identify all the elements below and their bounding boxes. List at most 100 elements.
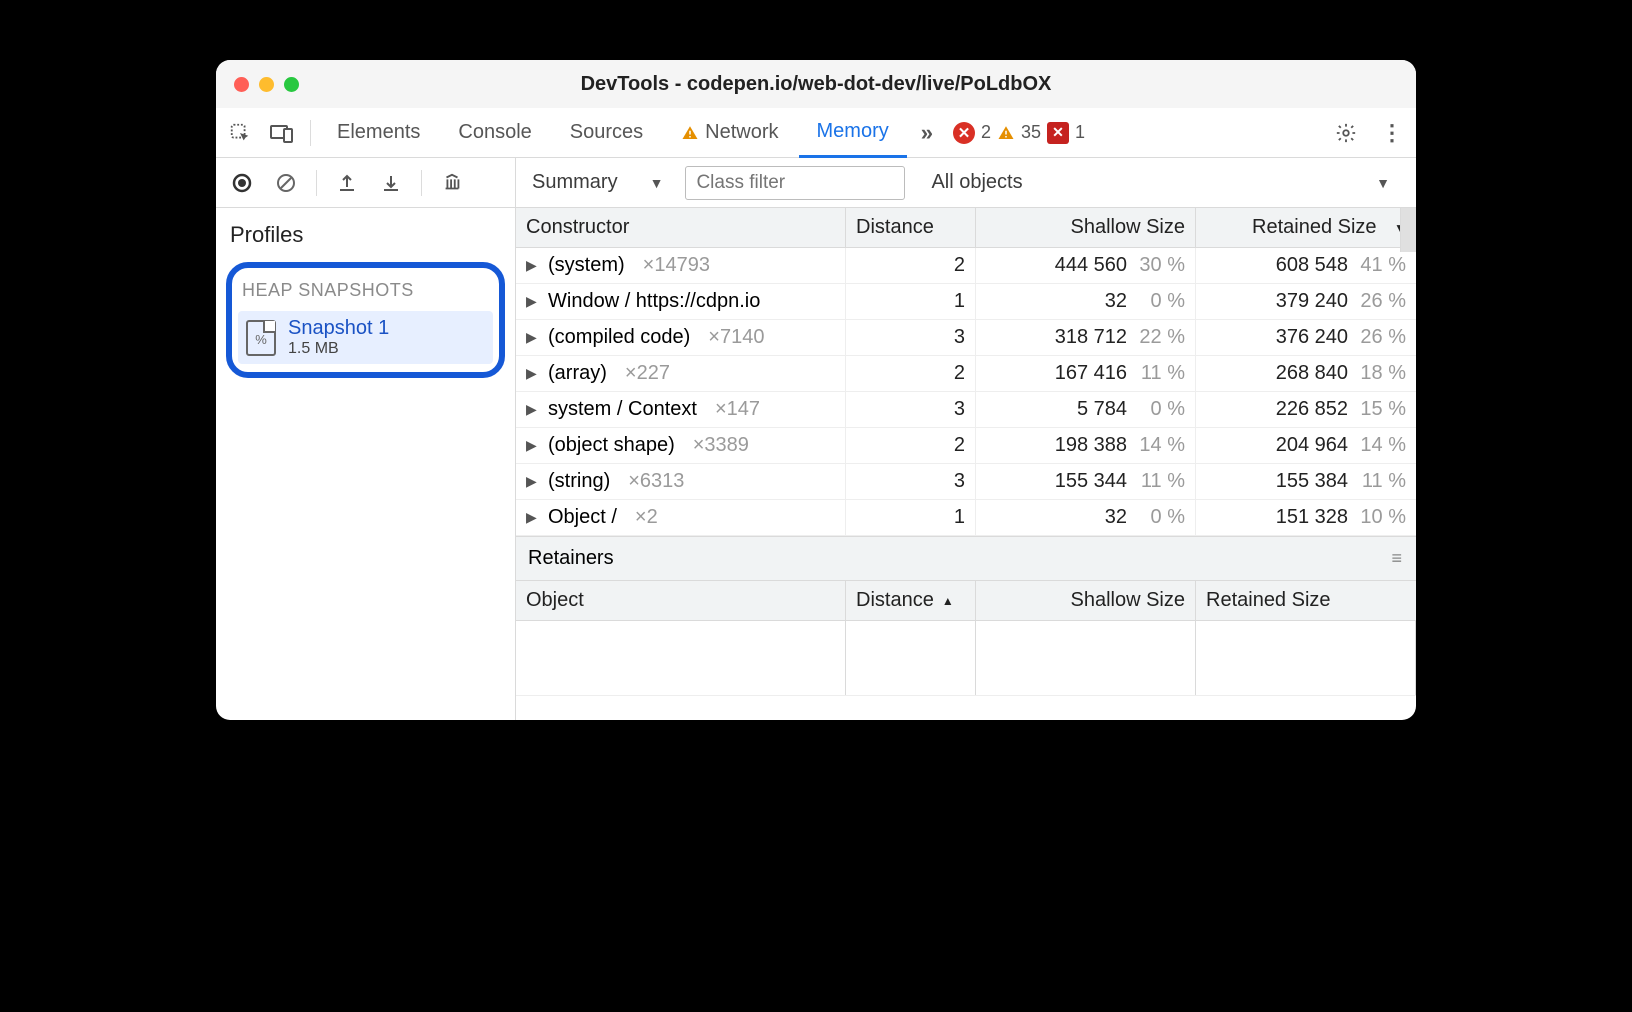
retained-size: 151 328 <box>1276 506 1348 529</box>
tab-memory-label: Memory <box>817 120 889 143</box>
device-toolbar-icon[interactable] <box>262 113 302 153</box>
tabs-overflow-button[interactable]: » <box>909 120 945 146</box>
all-objects-dropdown[interactable]: All objects ▼ <box>925 171 1406 194</box>
expand-arrow-icon[interactable]: ▶ <box>526 293 540 310</box>
retained-size: 608 548 <box>1276 254 1348 277</box>
table-row[interactable]: ▶(object shape)×33892198 38814 %204 9641… <box>516 428 1416 464</box>
window-title: DevTools - codepen.io/web-dot-dev/live/P… <box>216 73 1416 96</box>
table-body: ▶(system)×147932444 56030 %608 54841 %▶W… <box>516 248 1416 536</box>
shallow-pct: 0 % <box>1137 290 1185 313</box>
distance-value: 3 <box>846 392 976 427</box>
error-badge-icon[interactable]: ✕ <box>953 122 975 144</box>
shallow-pct: 0 % <box>1137 506 1185 529</box>
retained-pct: 14 % <box>1358 434 1406 457</box>
load-profile-icon[interactable] <box>327 163 367 203</box>
table-row[interactable]: ▶(string)×63133155 34411 %155 38411 % <box>516 464 1416 500</box>
profile-toolbar <box>216 158 515 208</box>
constructor-name: Object / <box>548 506 617 529</box>
rcol-object[interactable]: Object <box>516 581 846 620</box>
chevron-down-icon: ▼ <box>650 175 664 191</box>
table-row[interactable]: ▶Object /×21320 %151 32810 % <box>516 500 1416 536</box>
instance-count: ×3389 <box>693 434 749 457</box>
instance-count: ×147 <box>715 398 760 421</box>
inspect-element-icon[interactable] <box>220 113 260 153</box>
chevron-down-icon: ▼ <box>1376 175 1390 191</box>
tab-console[interactable]: Console <box>440 108 549 158</box>
tab-elements-label: Elements <box>337 121 420 144</box>
table-row[interactable]: ▶system / Context×14735 7840 %226 85215 … <box>516 392 1416 428</box>
expand-arrow-icon[interactable]: ▶ <box>526 329 540 346</box>
class-filter-input[interactable] <box>685 166 905 200</box>
settings-gear-icon[interactable] <box>1326 113 1366 153</box>
expand-arrow-icon[interactable]: ▶ <box>526 257 540 274</box>
titlebar: DevTools - codepen.io/web-dot-dev/live/P… <box>216 60 1416 108</box>
hamburger-icon[interactable]: ≡ <box>1391 548 1404 569</box>
shallow-size: 444 560 <box>1055 254 1127 277</box>
close-icon[interactable] <box>234 77 249 92</box>
shallow-size: 318 712 <box>1055 326 1127 349</box>
tab-elements[interactable]: Elements <box>319 108 438 158</box>
rcol-retained[interactable]: Retained Size <box>1196 581 1416 620</box>
constructor-name: (compiled code) <box>548 326 690 349</box>
rcol-distance[interactable]: Distance▲ <box>846 581 976 620</box>
retainers-empty-row <box>516 621 1416 696</box>
all-objects-label: All objects <box>931 171 1022 194</box>
retainers-body <box>516 621 1416 711</box>
retainers-header[interactable]: Retainers ≡ <box>516 536 1416 581</box>
shallow-pct: 0 % <box>1137 398 1185 421</box>
expand-arrow-icon[interactable]: ▶ <box>526 401 540 418</box>
retainers-title: Retainers <box>528 547 614 570</box>
col-constructor[interactable]: Constructor <box>516 208 846 247</box>
profiles-heading: Profiles <box>216 208 515 256</box>
col-shallow[interactable]: Shallow Size <box>976 208 1196 247</box>
scrollbar[interactable] <box>1400 208 1416 252</box>
minimize-icon[interactable] <box>259 77 274 92</box>
col-retained[interactable]: Retained Size ▼ <box>1196 208 1416 247</box>
snapshot-name: Snapshot 1 <box>288 317 389 340</box>
summary-label: Summary <box>532 171 618 194</box>
record-icon[interactable] <box>222 163 262 203</box>
clear-icon[interactable] <box>266 163 306 203</box>
tab-network[interactable]: Network <box>663 108 796 158</box>
save-profile-icon[interactable] <box>371 163 411 203</box>
distance-value: 2 <box>846 428 976 463</box>
constructor-name: (string) <box>548 470 610 493</box>
more-options-icon[interactable]: ⋮ <box>1372 113 1412 153</box>
instance-count: ×6313 <box>628 470 684 493</box>
rcol-shallow[interactable]: Shallow Size <box>976 581 1196 620</box>
garbage-collect-icon[interactable] <box>432 163 472 203</box>
warning-badge-icon[interactable] <box>997 124 1015 142</box>
expand-arrow-icon[interactable]: ▶ <box>526 365 540 382</box>
table-row[interactable]: ▶(system)×147932444 56030 %608 54841 % <box>516 248 1416 284</box>
issues-badge-icon[interactable]: ✕ <box>1047 122 1069 144</box>
shallow-size: 5 784 <box>1077 398 1127 421</box>
table-row[interactable]: ▶(compiled code)×71403318 71222 %376 240… <box>516 320 1416 356</box>
table-row[interactable]: ▶(array)×2272167 41611 %268 84018 % <box>516 356 1416 392</box>
retained-size: 376 240 <box>1276 326 1348 349</box>
expand-arrow-icon[interactable]: ▶ <box>526 473 540 490</box>
filter-bar: Summary ▼ All objects ▼ <box>516 158 1416 208</box>
distance-value: 1 <box>846 284 976 319</box>
zoom-icon[interactable] <box>284 77 299 92</box>
separator <box>421 170 422 196</box>
separator <box>316 170 317 196</box>
tab-sources[interactable]: Sources <box>552 108 661 158</box>
retained-pct: 11 % <box>1358 470 1406 493</box>
traffic-lights <box>234 77 299 92</box>
table-header: Constructor Distance Shallow Size Retain… <box>516 208 1416 248</box>
shallow-size: 32 <box>1105 290 1127 313</box>
content-area: Profiles HEAP SNAPSHOTS Snapshot 1 1.5 M… <box>216 158 1416 720</box>
expand-arrow-icon[interactable]: ▶ <box>526 509 540 526</box>
tab-memory[interactable]: Memory <box>799 108 907 158</box>
shallow-size: 155 344 <box>1055 470 1127 493</box>
table-row[interactable]: ▶Window / https://cdpn.io1320 %379 24026… <box>516 284 1416 320</box>
col-distance[interactable]: Distance <box>846 208 976 247</box>
summary-dropdown[interactable]: Summary ▼ <box>526 171 669 194</box>
distance-value: 3 <box>846 464 976 499</box>
tab-sources-label: Sources <box>570 121 643 144</box>
expand-arrow-icon[interactable]: ▶ <box>526 437 540 454</box>
snapshot-item[interactable]: Snapshot 1 1.5 MB <box>238 311 493 364</box>
instance-count: ×14793 <box>643 254 710 277</box>
distance-value: 2 <box>846 356 976 391</box>
distance-value: 1 <box>846 500 976 535</box>
